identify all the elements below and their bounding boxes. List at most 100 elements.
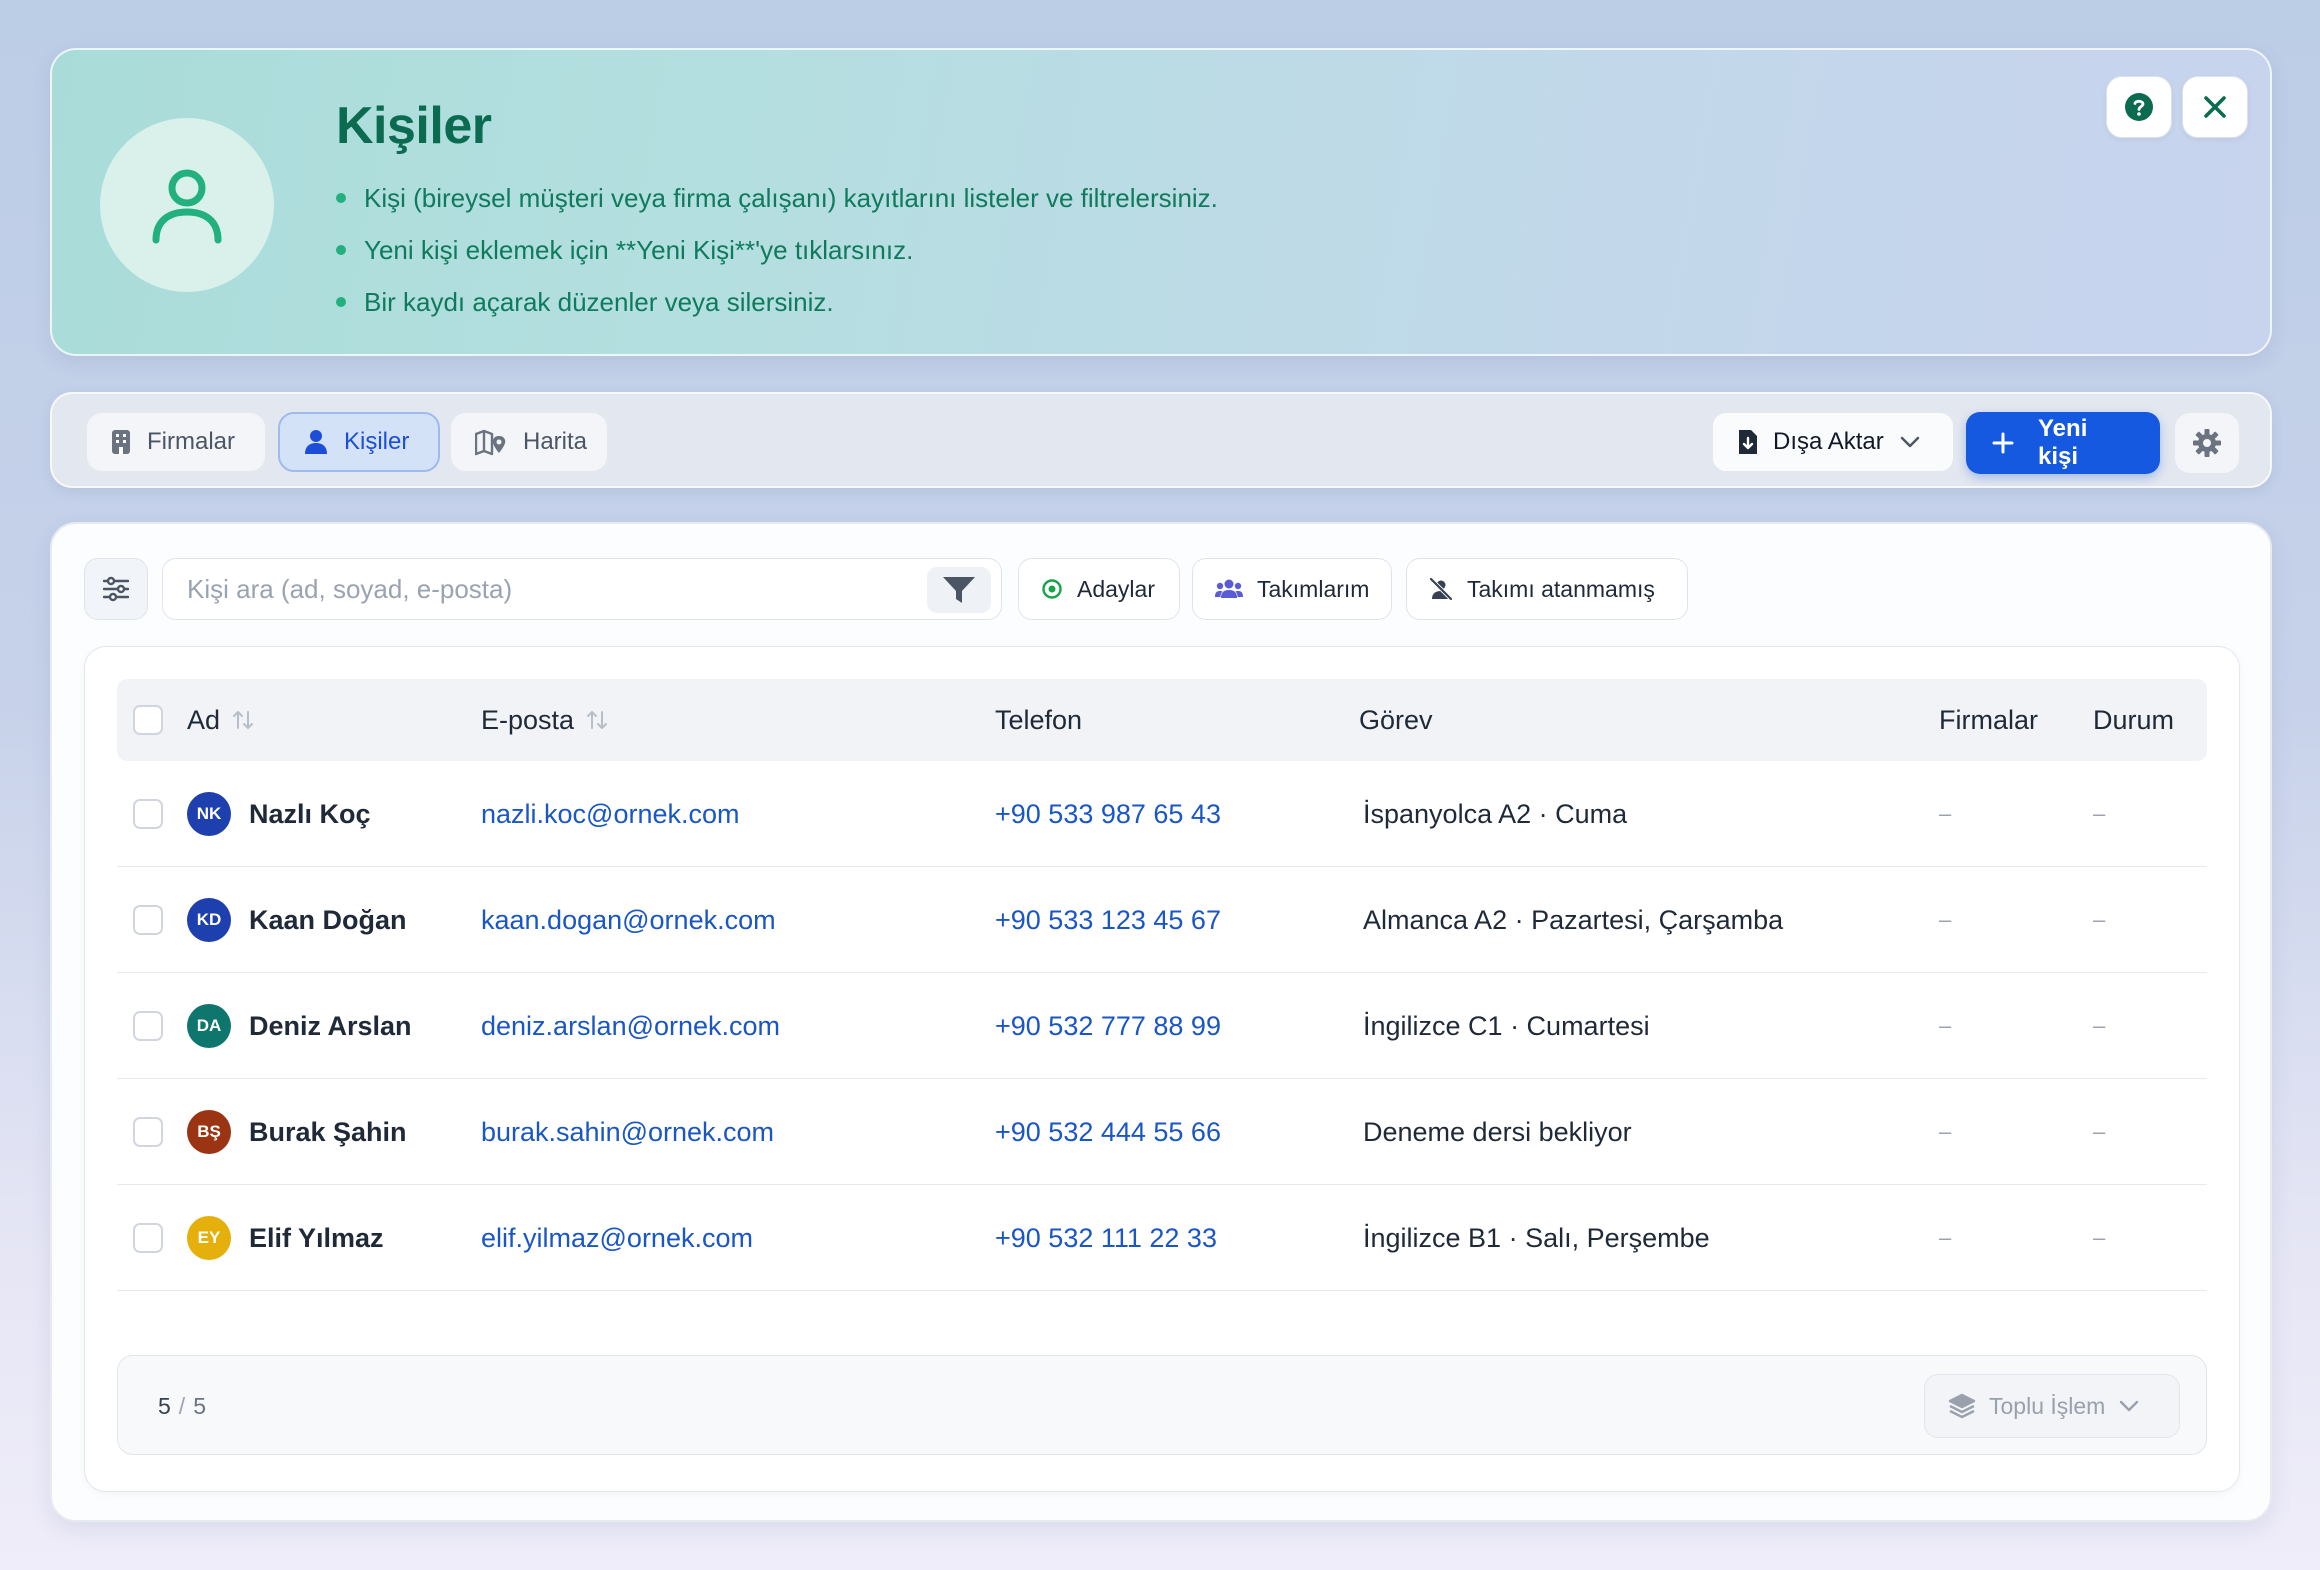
- layers-icon: [1947, 1392, 1977, 1420]
- chip-label: Takımlarım: [1257, 575, 1370, 602]
- phone-link[interactable]: +90 533 123 45 67: [995, 867, 1221, 973]
- tab-harita[interactable]: Harita: [450, 412, 608, 472]
- person-icon: [304, 429, 328, 455]
- chevron-down-icon: [1900, 436, 1920, 448]
- row-count: 5 / 5: [158, 1392, 206, 1419]
- role-text: Almanca A2 · Pazartesi, Çarşamba: [1363, 904, 1784, 935]
- building-icon: [111, 429, 131, 455]
- sort-icon: [232, 708, 254, 732]
- tab-label: Harita: [523, 428, 588, 455]
- sliders-icon: [102, 576, 130, 602]
- tab-label: Kişiler: [344, 428, 410, 455]
- email-link[interactable]: nazli.koc@ornek.com: [481, 761, 740, 867]
- bulk-action-label: Toplu İşlem: [1989, 1392, 2106, 1419]
- row-checkbox[interactable]: [133, 799, 163, 829]
- people-panel: Adaylar Takımlarım Takımı atanmamış: [50, 522, 2272, 1522]
- person-name[interactable]: Burak Şahin: [249, 1117, 407, 1148]
- filter-button[interactable]: [927, 567, 991, 613]
- column-header-firmalar: Firmalar: [1939, 704, 2038, 735]
- phone-link[interactable]: +90 532 777 88 99: [995, 973, 1221, 1079]
- export-label: Dışa Aktar: [1773, 428, 1884, 455]
- role-text: İngilizce B1 · Salı, Perşembe: [1363, 1222, 1710, 1253]
- firms-value: –: [1939, 907, 1952, 932]
- firms-value: –: [1939, 801, 1952, 826]
- role-text: Deneme dersi bekliyor: [1363, 1116, 1632, 1147]
- person-name[interactable]: Kaan Doğan: [249, 905, 407, 936]
- search-container: [162, 558, 1002, 620]
- module-toolbar: Firmalar Kişiler Harita Dışa Aktar Yeni …: [50, 392, 2272, 488]
- row-checkbox[interactable]: [133, 905, 163, 935]
- sort-icon: [586, 708, 608, 732]
- row-checkbox[interactable]: [133, 1223, 163, 1253]
- help-icon: [2125, 93, 2153, 121]
- chip-adaylar[interactable]: Adaylar: [1018, 558, 1180, 620]
- table-footer: 5 / 5 Toplu İşlem: [117, 1355, 2207, 1455]
- avatar: NK: [187, 792, 231, 836]
- bulk-action-dropdown[interactable]: Toplu İşlem: [1924, 1374, 2180, 1438]
- email-link[interactable]: elif.yilmaz@ornek.com: [481, 1185, 753, 1291]
- tab-kisiler[interactable]: Kişiler: [278, 412, 440, 472]
- firms-value: –: [1939, 1013, 1952, 1038]
- column-header-ad[interactable]: Ad: [187, 679, 254, 761]
- chip-label: Takımı atanmamış: [1467, 575, 1655, 602]
- search-input[interactable]: [163, 559, 903, 619]
- avatar: EY: [187, 1216, 231, 1260]
- table-row[interactable]: KD Kaan Doğan kaan.dogan@ornek.com +90 5…: [117, 867, 2207, 973]
- user-off-icon: [1429, 577, 1453, 601]
- avatar: KD: [187, 898, 231, 942]
- help-button[interactable]: [2106, 76, 2172, 138]
- phone-link[interactable]: +90 533 987 65 43: [995, 761, 1221, 867]
- info-bullet: Kişi (bireysel müşteri veya firma çalışa…: [336, 172, 1218, 224]
- column-header-durum: Durum: [2093, 704, 2175, 735]
- person-name[interactable]: Nazlı Koç: [249, 799, 371, 830]
- person-name[interactable]: Deniz Arslan: [249, 1011, 412, 1042]
- role-text: İspanyolca A2 · Cuma: [1363, 798, 1628, 829]
- close-button[interactable]: [2182, 76, 2248, 138]
- status-value: –: [2093, 1013, 2106, 1038]
- status-value: –: [2093, 1119, 2106, 1144]
- new-person-button[interactable]: Yeni kişi: [1966, 412, 2160, 474]
- filter-settings-button[interactable]: [84, 558, 148, 620]
- firms-value: –: [1939, 1119, 1952, 1144]
- tab-label: Firmalar: [147, 428, 235, 455]
- tab-firmalar[interactable]: Firmalar: [86, 412, 266, 472]
- export-dropdown[interactable]: Dışa Aktar: [1712, 412, 1954, 472]
- status-value: –: [2093, 1225, 2106, 1250]
- select-all-checkbox[interactable]: [133, 705, 163, 735]
- person-name[interactable]: Elif Yılmaz: [249, 1223, 384, 1254]
- map-pin-icon: [475, 428, 507, 456]
- email-link[interactable]: burak.sahin@ornek.com: [481, 1079, 774, 1185]
- new-person-label: Yeni kişi: [2038, 415, 2088, 470]
- email-link[interactable]: deniz.arslan@ornek.com: [481, 973, 780, 1079]
- table-row[interactable]: EY Elif Yılmaz elif.yilmaz@ornek.com +90…: [117, 1185, 2207, 1291]
- table-row[interactable]: NK Nazlı Koç nazli.koc@ornek.com +90 533…: [117, 761, 2207, 867]
- email-link[interactable]: kaan.dogan@ornek.com: [481, 867, 776, 973]
- column-header-gorev: Görev: [1359, 704, 1433, 735]
- avatar: DA: [187, 1004, 231, 1048]
- column-header-telefon: Telefon: [995, 704, 1083, 735]
- row-checkbox[interactable]: [133, 1117, 163, 1147]
- chip-takimlarim[interactable]: Takımlarım: [1192, 558, 1392, 620]
- table-row[interactable]: BŞ Burak Şahin burak.sahin@ornek.com +90…: [117, 1079, 2207, 1185]
- plus-icon: [1992, 432, 2014, 454]
- chevron-down-icon: [2119, 1400, 2139, 1412]
- people-table: Ad E-posta Telefon Görev Firmalar Durum …: [84, 646, 2240, 1492]
- chip-label: Adaylar: [1077, 575, 1155, 602]
- chip-takimi-atanmamis[interactable]: Takımı atanmamış: [1406, 558, 1688, 620]
- row-checkbox[interactable]: [133, 1011, 163, 1041]
- file-download-icon: [1737, 428, 1759, 456]
- phone-link[interactable]: +90 532 444 55 66: [995, 1079, 1221, 1185]
- phone-link[interactable]: +90 532 111 22 33: [995, 1185, 1217, 1291]
- column-header-eposta[interactable]: E-posta: [481, 679, 608, 761]
- team-icon: [1215, 578, 1243, 600]
- page-title: Kişiler: [336, 97, 492, 155]
- person-icon: [100, 118, 274, 292]
- info-bullet: Bir kaydı açarak düzenler veya silersini…: [336, 276, 1218, 328]
- target-icon: [1041, 578, 1063, 600]
- info-bullet: Yeni kişi eklemek için **Yeni Kişi**'ye …: [336, 224, 1218, 276]
- role-text: İngilizce C1 · Cumartesi: [1363, 1010, 1650, 1041]
- table-row[interactable]: DA Deniz Arslan deniz.arslan@ornek.com +…: [117, 973, 2207, 1079]
- gear-icon: [2193, 429, 2221, 457]
- settings-button[interactable]: [2174, 412, 2240, 474]
- firms-value: –: [1939, 1225, 1952, 1250]
